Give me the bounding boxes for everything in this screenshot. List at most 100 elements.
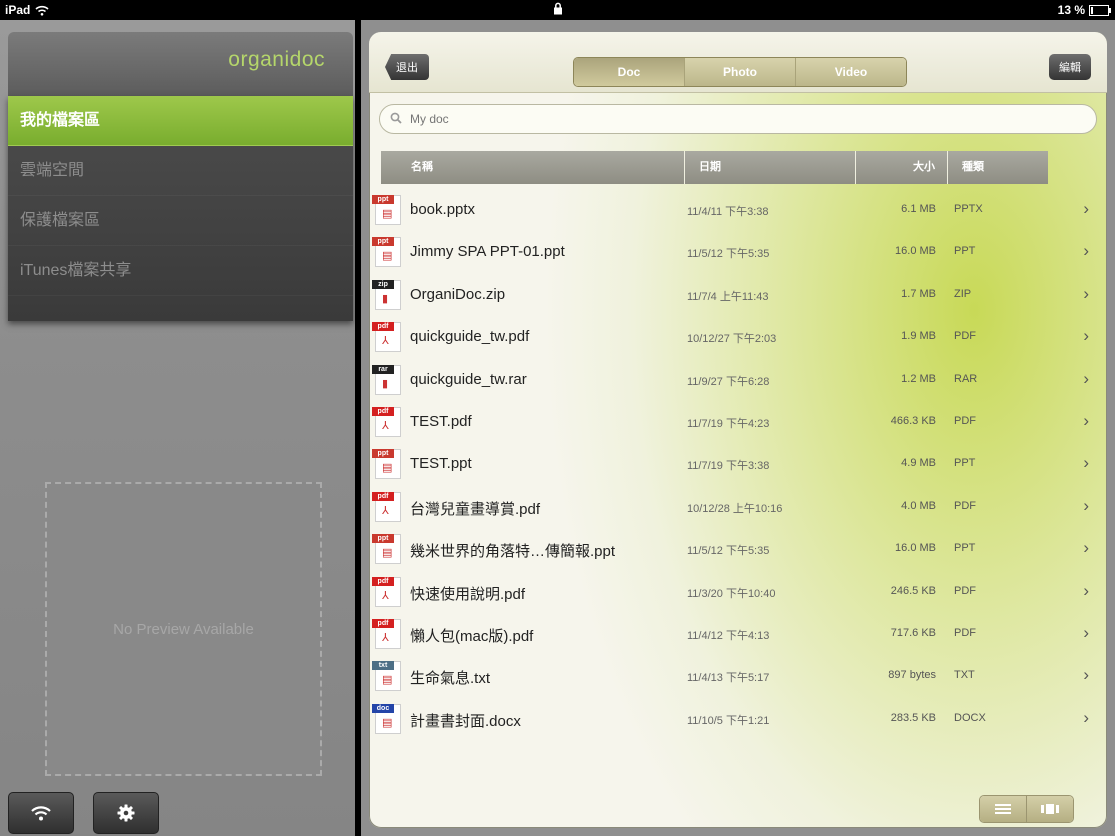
chevron-right-icon[interactable]: › <box>1083 708 1089 728</box>
file-row[interactable]: pdf ⅄ TEST.pdf 11/7/19 下午4:23 466.3 KB PDF › <box>369 401 1107 443</box>
battery-icon <box>1089 4 1111 16</box>
chevron-right-icon[interactable]: › <box>1083 496 1089 516</box>
chevron-right-icon[interactable]: › <box>1083 326 1089 346</box>
chevron-right-icon[interactable]: › <box>1083 581 1089 601</box>
settings-button[interactable] <box>93 792 159 834</box>
zip-file-icon: zip ▮ <box>372 279 401 310</box>
pdf-file-icon: pdf ⅄ <box>372 618 401 649</box>
file-size: 897 bytes <box>888 669 936 682</box>
file-row[interactable]: pdf ⅄ 台灣兒童畫導賞.pdf 10/12/28 上午10:16 4.0 MB PDF… <box>369 486 1107 528</box>
logo-bar: organidoc <box>8 32 353 96</box>
file-type: RAR <box>954 372 978 385</box>
chevron-right-icon[interactable]: › <box>1083 369 1089 389</box>
rar-file-icon: rar ▮ <box>372 364 401 395</box>
file-row[interactable]: pdf ⅄ 快速使用說明.pdf 11/3/20 下午10:40 246.5 KB PDF… <box>369 571 1107 613</box>
file-name: quickguide_tw.rar <box>410 370 527 388</box>
file-size: 283.5 KB <box>890 711 936 724</box>
file-date: 11/9/27 下午6:28 <box>687 375 770 388</box>
battery-percent: 13 % <box>1057 3 1085 17</box>
list-view-button[interactable] <box>980 796 1026 822</box>
file-type-tag: pdf <box>372 576 394 586</box>
chevron-right-icon[interactable]: › <box>1083 538 1089 558</box>
file-row[interactable]: ppt ▤ book.pptx 11/4/11 下午3:38 6.1 MB PPTX › <box>369 189 1107 231</box>
file-size: 1.2 MB <box>901 372 936 385</box>
file-row[interactable]: zip ▮ OrganiDoc.zip 11/7/4 上午11:43 1.7 MB ZIP… <box>369 274 1107 316</box>
sidebar: organidoc 我的檔案區 雲端空間 保護檔案區 iTunes檔案共享 No… <box>0 20 355 836</box>
view-toggle <box>979 795 1074 823</box>
file-row[interactable]: doc ▤ 計畫書封面.docx 11/10/5 下午1:21 283.5 KB DOCX… <box>369 698 1107 740</box>
file-date: 11/5/12 下午5:35 <box>687 545 770 558</box>
file-name: OrganiDoc.zip <box>410 285 506 303</box>
thumbnail-view-button[interactable] <box>1026 796 1073 822</box>
file-row[interactable]: ppt ▤ Jimmy SPA PPT-01.ppt 11/5/12 下午5:35 16… <box>369 231 1107 273</box>
column-date[interactable]: 日期 <box>685 151 856 184</box>
column-name[interactable]: 名稱 <box>381 151 685 184</box>
file-row[interactable]: ppt ▤ 幾米世界的角落特…傳簡報.ppt 11/5/12 下午5:35 16.0 M… <box>369 528 1107 570</box>
file-row[interactable]: rar ▮ quickguide_tw.rar 11/9/27 下午6:28 1.2 M… <box>369 359 1107 401</box>
chevron-right-icon[interactable]: › <box>1083 453 1089 473</box>
file-size: 466.3 KB <box>890 414 936 427</box>
tab-doc[interactable]: Doc <box>574 58 685 86</box>
sidebar-item-my-files[interactable]: 我的檔案區 <box>8 96 353 146</box>
sidebar-item-itunes-share[interactable]: iTunes檔案共享 <box>8 246 353 296</box>
file-date: 11/4/13 下午5:17 <box>687 672 770 685</box>
file-type-tag: pdf <box>372 491 394 501</box>
file-size: 1.7 MB <box>901 287 936 300</box>
tab-video[interactable]: Video <box>796 58 906 86</box>
search-input[interactable] <box>408 111 1012 127</box>
file-name: 台灣兒童畫導賞.pdf <box>410 500 541 518</box>
file-date: 10/12/27 下午2:03 <box>687 333 777 346</box>
file-browser-panel: 退出 Doc Photo Video 編輯 名稱 日期 大小 種類 ppt▤ bo… <box>369 32 1107 828</box>
file-name: 計畫書封面.docx <box>410 712 521 730</box>
ppt-file-icon: ppt ▤ <box>372 237 401 268</box>
chevron-right-icon[interactable]: › <box>1083 665 1089 685</box>
file-date: 11/4/11 下午3:38 <box>687 206 769 218</box>
file-type-tag: pdf <box>372 618 394 628</box>
ppt-file-icon: ppt ▤ <box>372 449 401 480</box>
file-date: 10/12/28 上午10:16 <box>687 502 783 515</box>
chevron-right-icon[interactable]: › <box>1083 623 1089 643</box>
file-size: 16.0 MB <box>895 542 936 555</box>
wifi-share-button[interactable] <box>8 792 74 834</box>
sidebar-item-protected[interactable]: 保護檔案區 <box>8 196 353 246</box>
chevron-right-icon[interactable]: › <box>1083 241 1089 261</box>
device-label: iPad <box>5 3 31 17</box>
sidebar-menu: 我的檔案區 雲端空間 保護檔案區 iTunes檔案共享 <box>8 96 353 321</box>
tab-photo[interactable]: Photo <box>685 58 796 86</box>
file-type: TXT <box>954 669 975 682</box>
file-row[interactable]: pdf ⅄ quickguide_tw.pdf 10/12/27 下午2:03 1.9 … <box>369 316 1107 358</box>
doc-file-icon: doc ▤ <box>372 703 401 734</box>
column-size[interactable]: 大小 <box>856 151 948 184</box>
back-button[interactable]: 退出 <box>385 54 429 80</box>
chevron-right-icon[interactable]: › <box>1083 411 1089 431</box>
file-type-tag: pdf <box>372 322 394 332</box>
table-header: 名稱 日期 大小 種類 <box>381 151 1048 184</box>
file-type-tag: zip <box>372 279 394 289</box>
file-name: 懶人包(mac版).pdf <box>410 627 534 645</box>
file-date: 11/10/5 下午1:21 <box>687 714 770 727</box>
edit-button[interactable]: 編輯 <box>1049 54 1091 80</box>
file-date: 11/7/19 下午3:38 <box>687 460 770 473</box>
file-size: 4.9 MB <box>901 457 936 470</box>
chevron-right-icon[interactable]: › <box>1083 199 1089 219</box>
file-row[interactable]: pdf ⅄ 懶人包(mac版).pdf 11/4/12 下午4:13 717.6 KB P… <box>369 613 1107 655</box>
sidebar-item-cloud[interactable]: 雲端空間 <box>8 146 353 196</box>
file-name: quickguide_tw.pdf <box>410 328 530 346</box>
wifi-icon <box>31 806 51 821</box>
file-type: PPT <box>954 542 976 555</box>
column-type[interactable]: 種類 <box>948 151 1048 184</box>
gear-icon <box>117 804 135 822</box>
file-type-tag: ppt <box>372 534 394 544</box>
chevron-right-icon[interactable]: › <box>1083 284 1089 304</box>
file-date: 11/3/20 下午10:40 <box>687 587 776 600</box>
file-row[interactable]: ppt ▤ TEST.ppt 11/7/19 下午3:38 4.9 MB PPT › <box>369 443 1107 485</box>
file-row[interactable]: txt ▤ 生命氣息.txt 11/4/13 下午5:17 897 bytes TXT › <box>369 655 1107 697</box>
file-size: 16.0 MB <box>895 245 936 258</box>
preview-text: No Preview Available <box>113 620 254 638</box>
file-type-tag: ppt <box>372 237 394 247</box>
file-type-tag: txt <box>372 661 394 671</box>
list-view-icon <box>995 804 1011 814</box>
app-logo: organidoc <box>228 48 325 71</box>
ppt-file-icon: ppt ▤ <box>372 534 401 565</box>
file-type-tag: rar <box>372 364 394 374</box>
